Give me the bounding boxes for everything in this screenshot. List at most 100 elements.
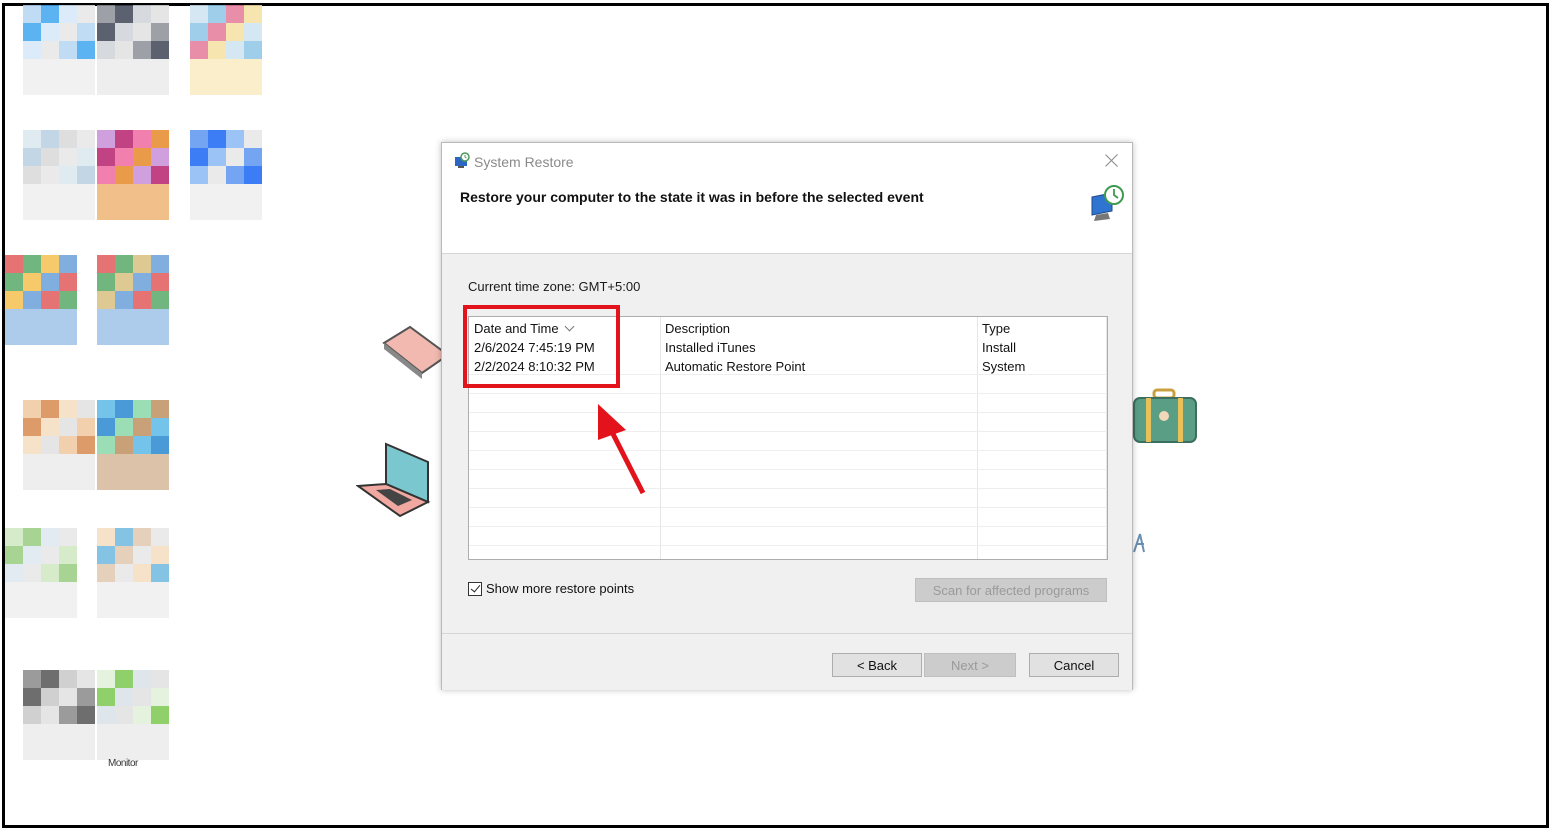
- desktop-icon-pixel: [23, 184, 41, 202]
- desktop-icon-pixel: [115, 564, 133, 582]
- desktop-icon[interactable]: [190, 130, 264, 220]
- desktop-icon-pixel: [97, 564, 115, 582]
- desktop-icon[interactable]: [5, 528, 79, 618]
- desktop-icon-pixel: [5, 546, 23, 564]
- desktop-icon-pixel: [190, 130, 208, 148]
- desktop-icon[interactable]: [190, 5, 264, 95]
- desktop-icon[interactable]: [97, 670, 171, 760]
- desktop-icon-pixel: [151, 454, 169, 472]
- desktop-icon-pixel: [151, 130, 169, 148]
- close-icon[interactable]: [1102, 151, 1122, 171]
- desktop-icon-pixel: [59, 670, 77, 688]
- suitcase-illustration: [1133, 388, 1197, 443]
- desktop-icon-pixel: [5, 291, 23, 309]
- desktop-icon-pixel: [190, 166, 208, 184]
- desktop-icon[interactable]: [23, 130, 97, 220]
- desktop-icon-pixel: [190, 148, 208, 166]
- desktop-icon-pixel: [97, 23, 115, 41]
- desktop-icon-pixel: [41, 546, 59, 564]
- desktop-icon-pixel: [23, 23, 41, 41]
- desktop-icon-pixel: [23, 400, 41, 418]
- red-arrow-annotation: [598, 404, 646, 495]
- desktop-icon-pixel: [41, 472, 59, 490]
- column-divider[interactable]: [660, 317, 661, 559]
- show-more-restore-points[interactable]: Show more restore points: [468, 581, 634, 596]
- desktop-icon-pixel: [133, 564, 151, 582]
- desktop-icon[interactable]: [97, 400, 171, 490]
- desktop-icon-pixel: [151, 724, 169, 742]
- desktop-icon-pixel: [226, 148, 244, 166]
- desktop-icon-pixel: [133, 273, 151, 291]
- desktop-icon-pixel: [133, 454, 151, 472]
- desktop-icon-pixel: [23, 202, 41, 220]
- scan-affected-programs-button[interactable]: Scan for affected programs: [915, 578, 1107, 602]
- desktop-icon-pixel: [190, 59, 208, 77]
- desktop-icon-pixel: [41, 742, 59, 760]
- desktop-icon-pixel: [23, 327, 41, 345]
- table-row-type[interactable]: Install: [982, 340, 1016, 355]
- desktop-icon-pixel: [133, 327, 151, 345]
- desktop-icon[interactable]: [23, 5, 97, 95]
- title-bar[interactable]: System Restore: [442, 143, 1132, 179]
- row-divider: [469, 507, 1107, 508]
- row-divider: [469, 431, 1107, 432]
- desktop-icon-pixel: [77, 77, 95, 95]
- desktop-icon-pixel: [133, 291, 151, 309]
- desktop-icon-pixel: [77, 41, 95, 59]
- desktop-icon[interactable]: [23, 670, 97, 760]
- desktop-icon-pixel: [133, 528, 151, 546]
- desktop-icon-pixel: [77, 130, 95, 148]
- window-title: System Restore: [474, 154, 574, 170]
- desktop-icon-pixel: [115, 166, 133, 184]
- desktop-icon-pixel: [41, 5, 59, 23]
- desktop-icon-pixel: [23, 688, 41, 706]
- desktop-icon-pixel: [5, 582, 23, 600]
- desktop-icon-pixel: [97, 184, 115, 202]
- desktop-icon[interactable]: [97, 5, 171, 95]
- desktop-icon-pixel: [59, 742, 77, 760]
- desktop-icon-pixel: [59, 291, 77, 309]
- desktop-icon-pixel: [59, 77, 77, 95]
- desktop-icon-pixel: [226, 202, 244, 220]
- column-header-description[interactable]: Description: [665, 321, 730, 336]
- desktop-icon-pixel: [208, 59, 226, 77]
- desktop-icon-pixel: [5, 564, 23, 582]
- desktop-icon-pixel: [41, 273, 59, 291]
- desktop-icon-pixel: [41, 418, 59, 436]
- desktop-icon-pixel: [59, 255, 77, 273]
- desktop-icon-pixel: [151, 600, 169, 618]
- desktop-icon[interactable]: [23, 400, 97, 490]
- desktop-icon-pixel: [97, 327, 115, 345]
- next-button[interactable]: Next >: [924, 653, 1016, 677]
- table-row-type[interactable]: System: [982, 359, 1025, 374]
- desktop-icon-pixel: [23, 148, 41, 166]
- desktop-icon-pixel: [151, 472, 169, 490]
- desktop-icon-pixel: [244, 59, 262, 77]
- column-divider[interactable]: [1106, 317, 1107, 559]
- desktop-icon-pixel: [41, 528, 59, 546]
- desktop-icon-pixel: [41, 706, 59, 724]
- desktop-icon[interactable]: [5, 255, 79, 345]
- column-header-type[interactable]: Type: [982, 321, 1010, 336]
- desktop-icon-pixel: [97, 255, 115, 273]
- desktop-icon[interactable]: [97, 255, 171, 345]
- desktop-icon-pixel: [244, 77, 262, 95]
- desktop-icon-pixel: [133, 130, 151, 148]
- desktop-icon-pixel: [115, 600, 133, 618]
- desktop-icon[interactable]: [97, 130, 171, 220]
- row-divider: [469, 412, 1107, 413]
- desktop-icon-pixel: [115, 472, 133, 490]
- column-divider[interactable]: [977, 317, 978, 559]
- desktop-icon-pixel: [208, 5, 226, 23]
- desktop-icon-pixel: [41, 454, 59, 472]
- desktop-icon[interactable]: [97, 528, 171, 618]
- table-row-description[interactable]: Installed iTunes: [665, 340, 756, 355]
- desktop-icon-pixel: [151, 291, 169, 309]
- desktop-icon-pixel: [190, 23, 208, 41]
- cancel-button[interactable]: Cancel: [1029, 653, 1119, 677]
- show-more-checkbox[interactable]: [468, 581, 482, 596]
- desktop-icon-pixel: [23, 454, 41, 472]
- desktop-icon-pixel: [133, 582, 151, 600]
- back-button[interactable]: < Back: [832, 653, 922, 677]
- table-row-description[interactable]: Automatic Restore Point: [665, 359, 805, 374]
